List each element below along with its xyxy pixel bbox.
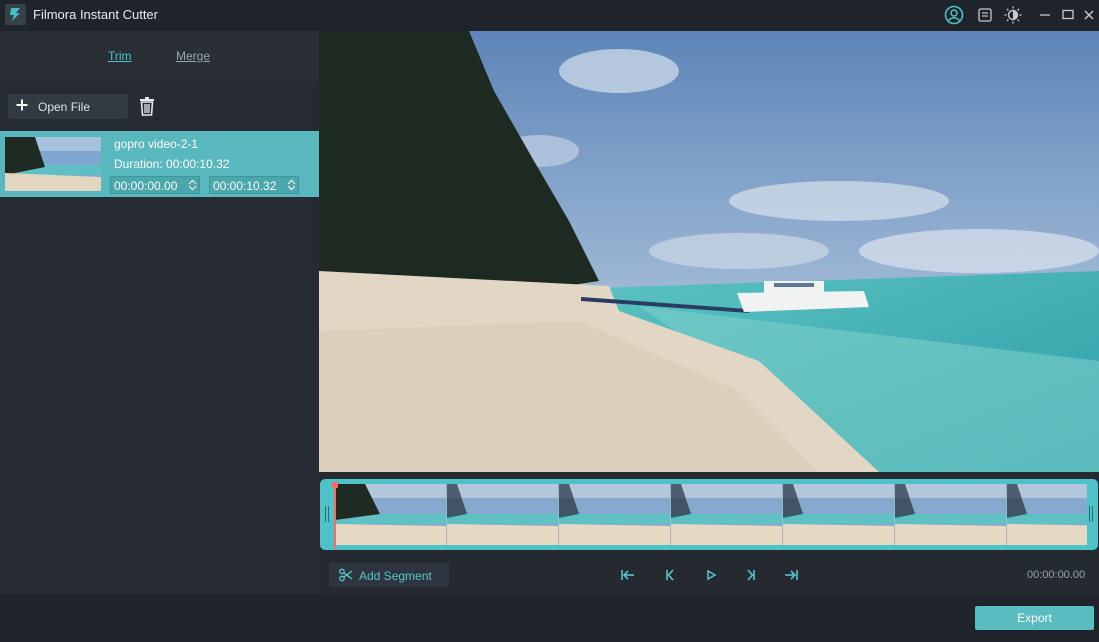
clip-sidebar: Trim Merge Open File gopro video-2-1 Dur…: [0, 31, 319, 594]
previous-frame-icon[interactable]: [661, 566, 679, 584]
play-icon[interactable]: [702, 566, 720, 584]
start-time-spinner-icon[interactable]: [188, 179, 197, 191]
open-file-label: Open File: [38, 100, 91, 114]
add-segment-label: Add Segment: [359, 569, 432, 583]
filmora-logo-icon: [5, 4, 26, 25]
clip-duration: Duration: 00:00:10.32: [114, 157, 230, 171]
open-file-button[interactable]: Open File: [8, 94, 128, 119]
trim-handle-left[interactable]: [325, 506, 329, 522]
timeline-frame: [335, 484, 447, 545]
timeline-panel: Add Segment 00:00:00.00: [319, 472, 1099, 594]
close-icon[interactable]: [1079, 5, 1099, 25]
trim-handle-right[interactable]: [1089, 506, 1093, 522]
clip-name: gopro video-2-1: [114, 137, 199, 151]
clip-thumbnail: [5, 137, 101, 191]
tab-merge[interactable]: Merge: [176, 49, 210, 63]
beach-scene-image: [319, 31, 1099, 472]
start-time-field[interactable]: 00:00:00.00: [110, 176, 200, 194]
playhead[interactable]: [334, 483, 336, 549]
export-button[interactable]: Export: [975, 606, 1094, 630]
mode-tabs: Trim Merge: [0, 31, 319, 81]
timeline-frame: [559, 484, 671, 545]
timeline-frame: [783, 484, 895, 545]
plus-icon: [15, 98, 29, 112]
footer-bar: Export: [0, 594, 1099, 642]
timeline-strip[interactable]: [320, 479, 1098, 550]
title-bar: Filmora Instant Cutter: [0, 0, 1099, 31]
end-time-value: 00:00:10.32: [213, 179, 277, 193]
clip-list-item[interactable]: gopro video-2-1 Duration: 00:00:10.32 00…: [0, 131, 319, 197]
start-time-value: 00:00:00.00: [114, 179, 178, 193]
current-timecode: 00:00:00.00: [1027, 569, 1086, 581]
tab-trim[interactable]: Trim: [108, 49, 132, 63]
add-segment-button[interactable]: Add Segment: [329, 563, 449, 587]
end-time-spinner-icon[interactable]: [287, 179, 296, 191]
thumbnail-frames: [335, 484, 1087, 545]
next-frame-icon[interactable]: [742, 566, 760, 584]
go-to-end-icon[interactable]: [782, 566, 800, 584]
delete-trash-icon[interactable]: [137, 96, 157, 117]
feedback-icon[interactable]: [975, 5, 995, 25]
timeline-frame: [447, 484, 559, 545]
account-icon[interactable]: [944, 5, 964, 25]
window-title: Filmora Instant Cutter: [33, 7, 158, 22]
timeline-frame: [895, 484, 1007, 545]
go-to-start-icon[interactable]: [619, 566, 637, 584]
end-time-field[interactable]: 00:00:10.32: [209, 176, 299, 194]
maximize-icon[interactable]: [1058, 5, 1078, 25]
timeline-frame: [1007, 484, 1087, 545]
scissors-icon: [339, 568, 353, 582]
minimize-icon[interactable]: [1035, 5, 1055, 25]
timeline-frame: [671, 484, 783, 545]
brightness-icon[interactable]: [1003, 5, 1023, 25]
video-preview: [319, 31, 1099, 472]
